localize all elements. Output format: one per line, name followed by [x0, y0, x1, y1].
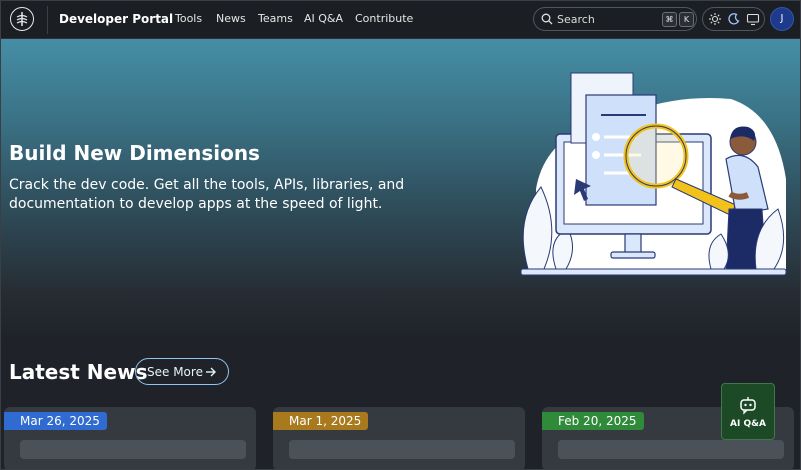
ai-qa-label: AI Q&A: [730, 419, 766, 429]
arrow-right-icon: [206, 367, 216, 377]
see-more-button[interactable]: See More: [135, 358, 229, 385]
search-icon: [541, 13, 553, 25]
news-card-date: Mar 1, 2025: [273, 412, 369, 430]
developer-illustration: [520, 72, 787, 276]
monitor-icon[interactable]: [746, 12, 760, 26]
k-key-hint: K: [679, 12, 694, 27]
nav-teams[interactable]: Teams: [258, 12, 293, 25]
user-avatar[interactable]: J: [770, 7, 794, 31]
page-frame: Developer Portal Tools News Teams AI Q&A…: [0, 0, 801, 470]
logo-icon[interactable]: [10, 7, 34, 31]
nav-ai-qa[interactable]: AI Q&A: [304, 12, 343, 25]
news-card-date: Mar 26, 2025: [4, 412, 107, 430]
news-card-placeholder: [289, 440, 515, 459]
hero-title: Build New Dimensions: [9, 141, 260, 165]
brand-title[interactable]: Developer Portal: [59, 12, 173, 26]
command-key-hint: ⌘: [662, 12, 677, 27]
header-divider: [47, 6, 48, 34]
search-input[interactable]: Search ⌘ K: [533, 7, 697, 31]
news-card-placeholder: [558, 440, 784, 459]
see-more-label: See More: [147, 365, 203, 379]
search-placeholder: Search: [557, 13, 595, 26]
nav-news[interactable]: News: [216, 12, 246, 25]
nav-contribute[interactable]: Contribute: [355, 12, 413, 25]
robot-icon: [740, 397, 756, 415]
sun-icon[interactable]: [708, 12, 722, 26]
news-card-placeholder: [20, 440, 246, 459]
theme-switcher: [702, 7, 765, 31]
nav-tools[interactable]: Tools: [175, 12, 202, 25]
ai-qa-button[interactable]: AI Q&A: [721, 383, 775, 440]
hero-subtitle: Crack the dev code. Get all the tools, A…: [9, 177, 405, 212]
top-navigation-bar: Developer Portal Tools News Teams AI Q&A…: [1, 1, 800, 39]
moon-icon[interactable]: [727, 12, 741, 26]
latest-news-heading: Latest News: [9, 360, 148, 384]
news-card-date: Feb 20, 2025: [542, 412, 644, 430]
